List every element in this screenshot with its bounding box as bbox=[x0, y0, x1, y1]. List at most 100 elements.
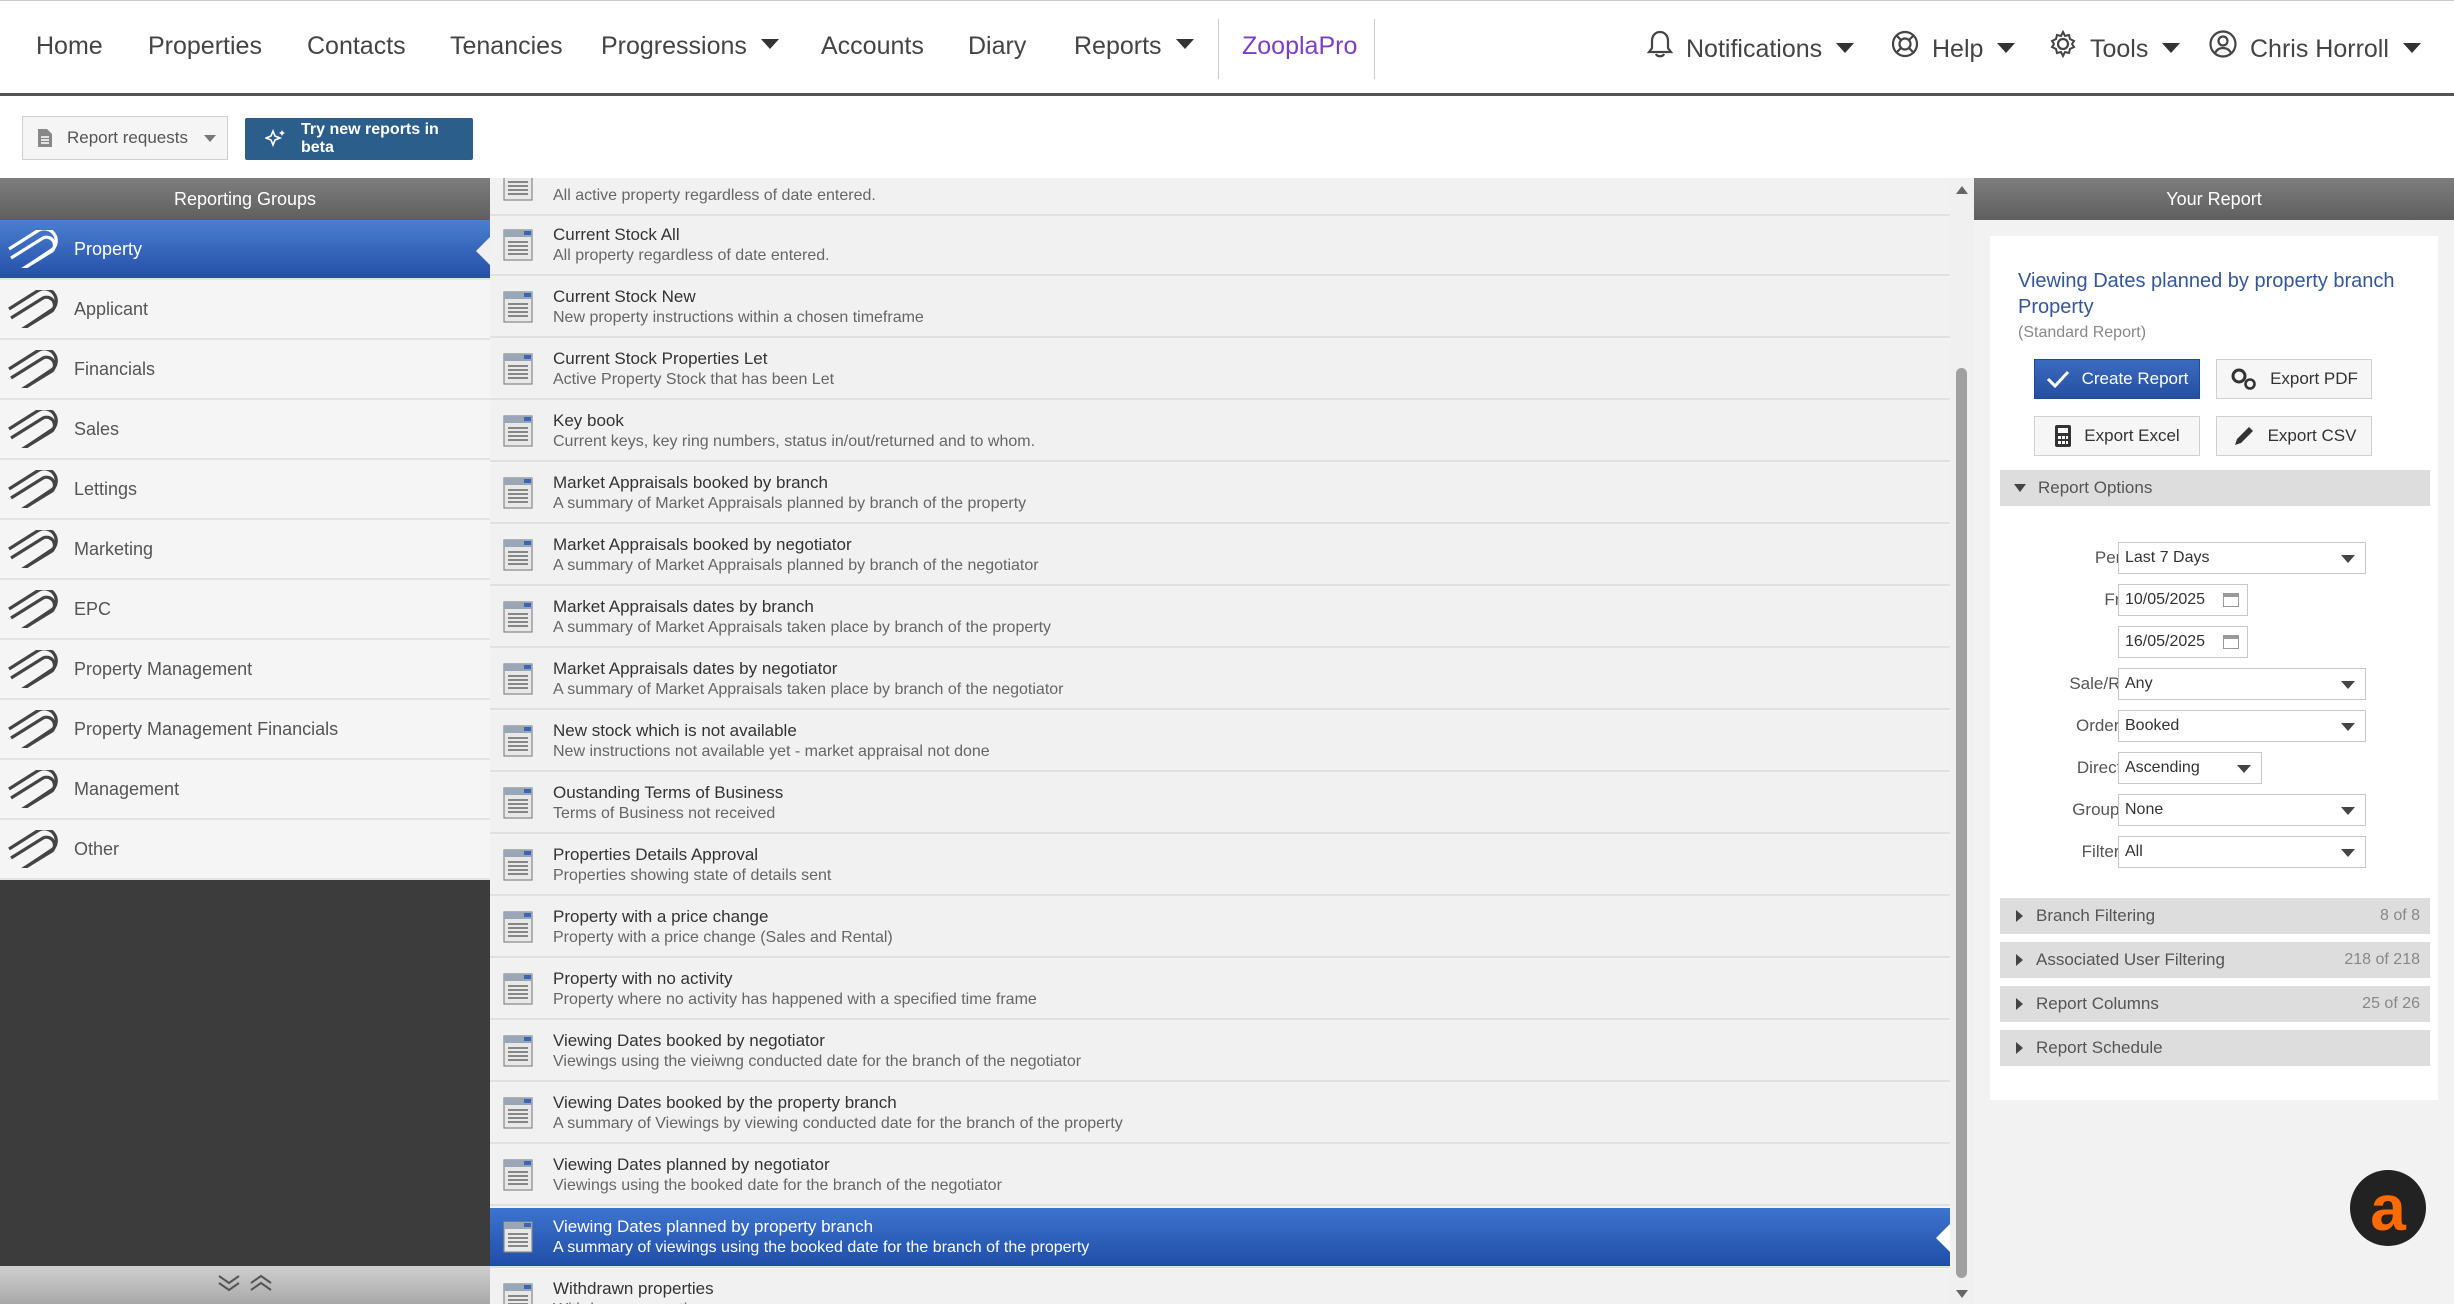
your-report-panel: Your Report Viewing Dates planned by pro… bbox=[1974, 178, 2454, 1304]
section-label: Branch Filtering bbox=[2036, 906, 2156, 925]
scroll-up-icon[interactable] bbox=[1956, 186, 1968, 194]
salerent-select[interactable]: Any bbox=[2118, 668, 2366, 700]
report-icon bbox=[502, 538, 536, 577]
branch-filtering-toggle[interactable]: Branch Filtering 8 of 8 bbox=[2000, 898, 2430, 934]
export-csv-button[interactable]: Export CSV bbox=[2216, 416, 2372, 456]
groupby-value: None bbox=[2125, 801, 2164, 818]
report-row[interactable]: Market Appraisals booked by negotiator A … bbox=[490, 526, 1950, 586]
reporting-group-item[interactable]: Property Management bbox=[0, 640, 490, 700]
filterby-select[interactable]: All bbox=[2118, 836, 2366, 868]
from-date-field[interactable]: 10/05/2025 bbox=[2118, 584, 2248, 616]
reporting-group-item[interactable]: Property Management Financials bbox=[0, 700, 490, 760]
scroll-thumb[interactable] bbox=[1956, 368, 1967, 1278]
report-description: A summary of Market Appraisals planned b… bbox=[553, 495, 1027, 512]
nav-contacts[interactable]: Contacts bbox=[307, 32, 406, 61]
report-row[interactable]: Viewing Dates planned by negotiator Viewi… bbox=[490, 1146, 1950, 1206]
report-columns-toggle[interactable]: Report Columns 25 of 26 bbox=[2000, 986, 2430, 1022]
report-row[interactable]: Viewing Dates planned by property branch… bbox=[490, 1208, 1950, 1268]
nav-zooplapro[interactable]: ZooplaPro bbox=[1242, 32, 1357, 61]
reporting-group-item[interactable]: EPC bbox=[0, 580, 490, 640]
report-row[interactable]: Withdrawn propertiesWithdrawn properties bbox=[490, 1270, 1950, 1304]
your-report-header: Your Report bbox=[1974, 178, 2454, 220]
paperclip-icon bbox=[2, 530, 62, 568]
report-requests-dropdown[interactable]: Report requests bbox=[22, 116, 228, 160]
nav-divider bbox=[1374, 19, 1375, 79]
report-row[interactable]: Property with no activity Property where … bbox=[490, 960, 1950, 1020]
report-description: A summary of Viewings by viewing conduct… bbox=[553, 1115, 1123, 1132]
export-excel-button[interactable]: Export Excel bbox=[2034, 416, 2200, 456]
nav-reports-label: Reports bbox=[1074, 32, 1162, 60]
report-schedule-toggle[interactable]: Report Schedule bbox=[2000, 1030, 2430, 1066]
create-report-button[interactable]: Create Report bbox=[2034, 359, 2200, 399]
report-row[interactable]: Property with a price change Property wit… bbox=[490, 898, 1950, 958]
chevron-double-down-icon[interactable] bbox=[216, 1273, 242, 1298]
report-row[interactable]: Viewing Dates booked by negotiator Viewin… bbox=[490, 1022, 1950, 1082]
reporting-group-item[interactable]: Lettings bbox=[0, 460, 490, 520]
bell-icon bbox=[1646, 29, 1674, 66]
direction-value: Ascending bbox=[2125, 759, 2200, 776]
report-row[interactable]: Key book Current keys, key ring numbers, … bbox=[490, 402, 1950, 462]
period-select[interactable]: Last 7 Days bbox=[2118, 542, 2366, 574]
nav-properties[interactable]: Properties bbox=[148, 32, 262, 61]
report-row[interactable]: New stock which is not available New inst… bbox=[490, 712, 1950, 772]
report-description: Viewings using the vieiwng conducted dat… bbox=[553, 1053, 1082, 1070]
reporting-group-item[interactable]: Property bbox=[0, 220, 490, 280]
calendar-icon[interactable] bbox=[2223, 593, 2239, 607]
nav-home[interactable]: Home bbox=[36, 32, 103, 61]
nav-diary[interactable]: Diary bbox=[968, 32, 1026, 61]
reporting-group-label: Marketing bbox=[74, 538, 154, 559]
report-options-label: Report Options bbox=[2038, 478, 2153, 497]
report-row[interactable]: Viewing Dates booked by the property bra… bbox=[490, 1084, 1950, 1144]
section-count: 8 of 8 bbox=[2379, 907, 2420, 924]
report-row[interactable]: Oustanding Terms of Business Terms of Bus… bbox=[490, 774, 1950, 834]
nav-tools[interactable]: Tools bbox=[2048, 29, 2181, 69]
direction-select[interactable]: Ascending bbox=[2118, 752, 2262, 784]
nav-reports[interactable]: Reports bbox=[1074, 32, 1194, 61]
scroll-down-icon[interactable] bbox=[1956, 1290, 1968, 1298]
nav-user-menu[interactable]: Chris Horroll bbox=[2208, 30, 2421, 69]
report-icon bbox=[502, 662, 536, 701]
nav-help[interactable]: Help bbox=[1890, 30, 2016, 69]
paperclip-icon bbox=[2, 650, 62, 688]
reporting-groups-header: Reporting Groups bbox=[0, 178, 490, 220]
report-options-toggle[interactable]: Report Options bbox=[2000, 470, 2430, 506]
try-beta-button[interactable]: Try new reports in beta bbox=[245, 118, 473, 160]
report-row-partial[interactable]: All active property regardless of date e… bbox=[490, 178, 1950, 216]
export-pdf-button[interactable]: Export PDF bbox=[2216, 359, 2372, 399]
calendar-icon[interactable] bbox=[2223, 635, 2239, 649]
nav-progressions[interactable]: Progressions bbox=[601, 32, 779, 61]
report-row[interactable]: Current Stock All All property regardless… bbox=[490, 216, 1950, 276]
report-list-scrollbar[interactable] bbox=[1950, 178, 1974, 1304]
report-title: New stock which is not available bbox=[553, 721, 797, 740]
orderby-select[interactable]: Booked bbox=[2118, 710, 2366, 742]
chevron-down-icon bbox=[2402, 42, 2421, 53]
report-row[interactable]: Market Appraisals dates by branch A summa… bbox=[490, 588, 1950, 648]
report-icon bbox=[502, 414, 536, 453]
report-row[interactable]: Market Appraisals dates by negotiator A s… bbox=[490, 650, 1950, 710]
report-row[interactable]: Current Stock New New property instructio… bbox=[490, 278, 1950, 338]
report-row[interactable]: Market Appraisals booked by branch A summ… bbox=[490, 464, 1950, 524]
caret-right-icon bbox=[2016, 998, 2023, 1010]
report-row[interactable]: Current Stock Properties Let Active Prope… bbox=[490, 340, 1950, 400]
reporting-group-item[interactable]: Other bbox=[0, 820, 490, 880]
nav-notifications-label: Notifications bbox=[1686, 35, 1823, 64]
reporting-group-item[interactable]: Financials bbox=[0, 340, 490, 400]
nav-notifications[interactable]: Notifications bbox=[1646, 29, 1855, 69]
export-csv-label: Export CSV bbox=[2267, 426, 2357, 445]
groupby-select[interactable]: None bbox=[2118, 794, 2366, 826]
associated-user-filtering-toggle[interactable]: Associated User Filtering 218 of 218 bbox=[2000, 942, 2430, 978]
nav-tenancies[interactable]: Tenancies bbox=[450, 32, 563, 61]
nav-accounts[interactable]: Accounts bbox=[821, 32, 924, 61]
reporting-group-item[interactable]: Sales bbox=[0, 400, 490, 460]
reporting-group-item[interactable]: Marketing bbox=[0, 520, 490, 580]
chat-assistant-button[interactable]: a bbox=[2350, 1170, 2426, 1246]
report-description: Current keys, key ring numbers, status i… bbox=[553, 433, 1036, 450]
report-row[interactable]: Properties Details Approval Properties sh… bbox=[490, 836, 1950, 896]
reporting-group-label: Management bbox=[74, 778, 180, 799]
report-icon bbox=[502, 476, 536, 515]
reporting-group-item[interactable]: Applicant bbox=[0, 280, 490, 340]
reporting-group-item[interactable]: Management bbox=[0, 760, 490, 820]
to-date-field[interactable]: 16/05/2025 bbox=[2118, 626, 2248, 658]
chevron-double-up-icon[interactable] bbox=[248, 1273, 274, 1298]
report-icon bbox=[502, 290, 536, 329]
